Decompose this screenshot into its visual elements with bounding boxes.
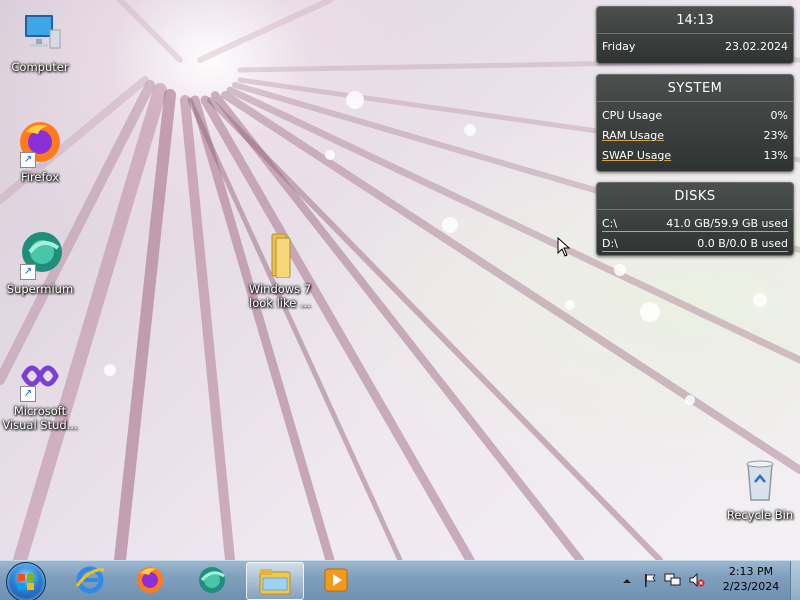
shortcut-arrow-icon: ↗: [20, 264, 36, 280]
shortcut-arrow-icon: ↗: [20, 386, 36, 402]
taskbar-clock-date: 2/23/2024: [722, 580, 780, 593]
swap-usage-label: SWAP Usage: [602, 149, 672, 162]
disk-d-row: D:\ 0.0 B/0.0 B used: [597, 234, 793, 254]
taskbar-media-player[interactable]: [310, 562, 362, 598]
shortcut-arrow-icon: ↗: [20, 152, 36, 168]
clock-time: 14:13: [597, 7, 793, 34]
system-gadget[interactable]: SYSTEM CPU Usage 0% RAM Usage 23% SWAP U…: [596, 74, 794, 172]
desktop-icon-computer[interactable]: Computer: [2, 8, 78, 74]
windows-logo-icon: [18, 574, 34, 590]
supermium-icon: ↗: [16, 230, 64, 280]
folder-icon: [256, 230, 304, 279]
recycle-bin-icon: [736, 456, 784, 504]
start-button[interactable]: [6, 562, 46, 600]
internet-explorer-icon: [75, 566, 105, 594]
taskbar-internet-explorer[interactable]: [64, 562, 116, 598]
desktop-icon-label: Windows 7 look like ...: [248, 282, 312, 310]
taskbar-clock[interactable]: 2:13 PM 2/23/2024: [716, 564, 786, 594]
cpu-usage-label: CPU Usage: [602, 109, 663, 122]
show-hidden-icons-icon[interactable]: [622, 576, 632, 586]
firefox-icon: [137, 567, 163, 593]
desktop-icon-folder[interactable]: Windows 7 look like ...: [242, 230, 318, 310]
desktop-icon-visual-studio[interactable]: ↗ Microsoft Visual Stud...: [2, 352, 78, 432]
taskbar-clock-time: 2:13 PM: [728, 565, 774, 578]
ram-usage-row: RAM Usage 23%: [597, 126, 793, 146]
visual-studio-icon: ↗: [16, 352, 64, 402]
desktop-icon-label: Microsoft Visual Stud...: [2, 404, 78, 432]
disks-gadget-title: DISKS: [597, 183, 793, 210]
clock-day: Friday: [602, 40, 636, 53]
cpu-usage-row: CPU Usage 0%: [597, 106, 793, 126]
network-icon[interactable]: [664, 572, 682, 588]
taskbar-supermium[interactable]: [186, 562, 238, 598]
disks-gadget[interactable]: DISKS C:\ 41.0 GB/59.9 GB used D:\ 0.0 B…: [596, 182, 794, 256]
media-player-icon: [324, 568, 348, 592]
supermium-icon: [199, 567, 225, 593]
mouse-cursor-icon: [557, 237, 571, 257]
swap-usage-row: SWAP Usage 13%: [597, 146, 793, 166]
desktop-icon-label: Supermium: [6, 282, 74, 296]
system-gadget-title: SYSTEM: [597, 75, 793, 102]
clock-gadget[interactable]: 14:13 Friday 23.02.2024: [596, 6, 794, 64]
taskbar-file-explorer[interactable]: [246, 562, 304, 600]
disk-c-row: C:\ 41.0 GB/59.9 GB used: [597, 214, 793, 234]
disk-c-usage-bar: [602, 231, 788, 232]
ram-usage-value: 23%: [763, 129, 788, 142]
desktop-icon-label: Computer: [11, 60, 69, 74]
desktop-icon-firefox[interactable]: ↗ Firefox: [2, 118, 78, 184]
action-center-flag-icon[interactable]: [642, 572, 658, 588]
desktop-icon-supermium[interactable]: ↗ Supermium: [2, 230, 78, 296]
clock-date: 23.02.2024: [725, 40, 788, 53]
taskbar-firefox[interactable]: [124, 562, 176, 598]
cpu-usage-value: 0%: [770, 109, 788, 122]
ram-usage-label: RAM Usage: [602, 129, 664, 142]
desktop-icon-label: Firefox: [20, 170, 60, 184]
system-tray: [620, 562, 712, 598]
desktop-icon-recycle-bin[interactable]: Recycle Bin: [722, 456, 798, 522]
swap-usage-value: 13%: [763, 149, 788, 162]
desktop-icon-label: Recycle Bin: [726, 508, 794, 522]
firefox-icon: ↗: [16, 118, 64, 168]
disk-d-usage-bar: [602, 251, 788, 252]
file-explorer-icon: [259, 569, 291, 595]
computer-icon: [16, 8, 64, 56]
show-desktop-button[interactable]: [790, 561, 800, 600]
volume-muted-icon[interactable]: [688, 572, 706, 588]
